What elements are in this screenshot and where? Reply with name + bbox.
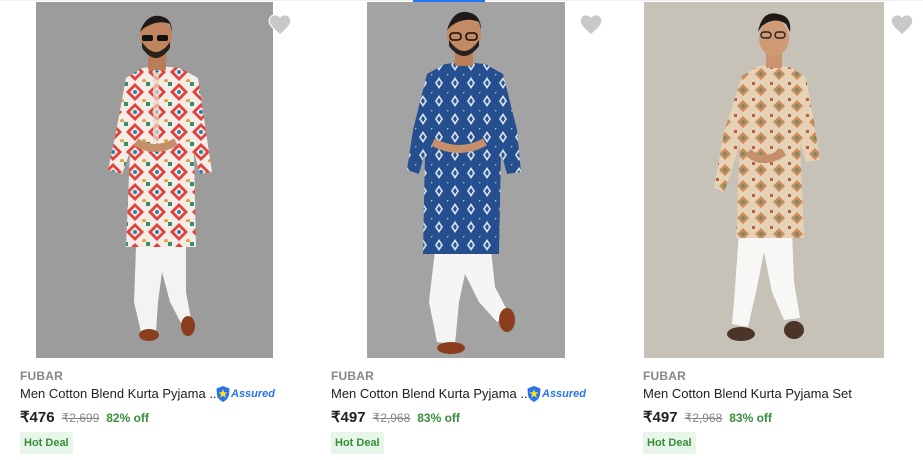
discount-percent: 83% off xyxy=(417,411,460,425)
discount-percent: 82% off xyxy=(106,411,149,425)
hot-deal-badge: Hot Deal xyxy=(20,432,73,454)
product-card[interactable]: FUBAR Men Cotton Blend Kurta Pyjama ... … xyxy=(311,0,611,460)
wishlist-heart-icon[interactable] xyxy=(267,12,293,38)
assured-label: Assured xyxy=(542,388,587,400)
product-image[interactable] xyxy=(36,2,273,358)
assured-shield-icon xyxy=(527,386,541,402)
assured-label: Assured xyxy=(231,388,276,400)
selling-price: ₹497 xyxy=(643,409,678,426)
product-image[interactable] xyxy=(644,2,884,358)
product-title[interactable]: Men Cotton Blend Kurta Pyjama ... xyxy=(20,386,220,401)
product-title[interactable]: Men Cotton Blend Kurta Pyjama Set xyxy=(643,386,852,401)
product-brand: FUBAR xyxy=(331,369,374,383)
product-card[interactable]: FUBAR Men Cotton Blend Kurta Pyjama ... … xyxy=(0,0,300,460)
product-brand: FUBAR xyxy=(20,369,63,383)
original-price: ₹2,968 xyxy=(684,411,723,425)
hot-deal-badge: Hot Deal xyxy=(331,432,384,454)
selling-price: ₹497 xyxy=(331,409,366,426)
assured-badge: Assured xyxy=(527,386,586,402)
product-brand: FUBAR xyxy=(643,369,686,383)
wishlist-heart-icon[interactable] xyxy=(578,12,604,38)
assured-badge: Assured xyxy=(216,386,275,402)
original-price: ₹2,968 xyxy=(372,411,411,425)
assured-shield-icon xyxy=(216,386,230,402)
hot-deal-badge: Hot Deal xyxy=(643,432,696,454)
product-title[interactable]: Men Cotton Blend Kurta Pyjama ... xyxy=(331,386,531,401)
product-image[interactable] xyxy=(367,2,565,358)
discount-percent: 83% off xyxy=(729,411,772,425)
price-row: ₹476 ₹2,699 82% off xyxy=(20,408,149,426)
wishlist-heart-icon[interactable] xyxy=(889,12,915,38)
price-row: ₹497 ₹2,968 83% off xyxy=(643,408,772,426)
price-row: ₹497 ₹2,968 83% off xyxy=(331,408,460,426)
selling-price: ₹476 xyxy=(20,409,55,426)
original-price: ₹2,699 xyxy=(61,411,100,425)
product-card[interactable]: FUBAR Men Cotton Blend Kurta Pyjama Set … xyxy=(623,0,923,460)
